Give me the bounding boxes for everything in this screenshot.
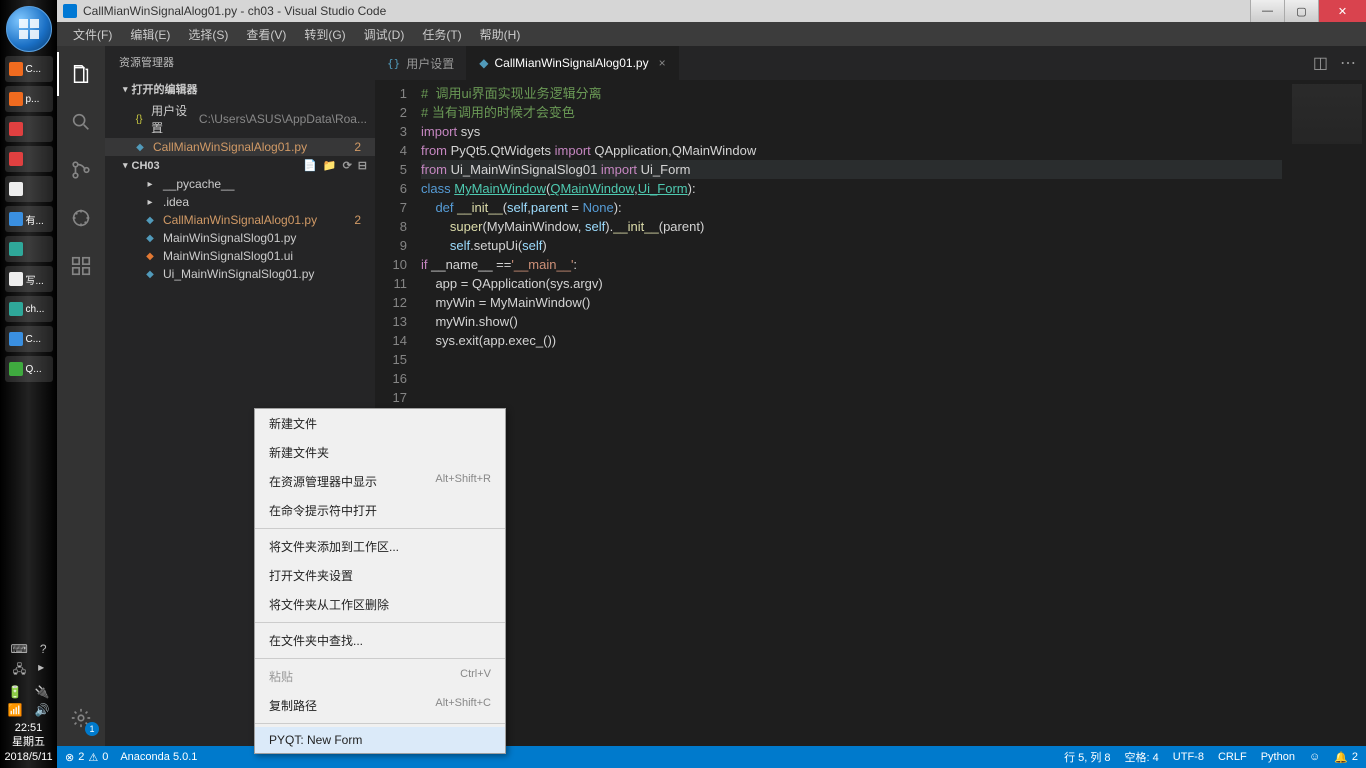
status-eol[interactable]: CRLF [1218,749,1247,765]
split-editor-icon[interactable]: ◫ [1313,53,1328,73]
status-lang[interactable]: Python [1261,749,1295,765]
status-problems[interactable]: ⊗2 ⚠0 [65,751,108,764]
tree-item[interactable]: ▸.idea [105,193,375,211]
status-env[interactable]: Anaconda 5.0.1 [120,751,197,763]
taskbar-item[interactable]: C... [5,56,53,82]
context-menu-item[interactable]: 新建文件夹 [255,438,505,467]
close-tab-icon[interactable]: × [659,56,666,70]
menu-item[interactable]: 文件(F) [65,24,120,45]
status-bell[interactable]: 🔔2 [1334,749,1358,765]
context-menu-item: 粘贴Ctrl+V [255,662,505,691]
taskbar-clock[interactable]: 22:51星期五2018/5/11 [4,721,52,764]
taskbar-item[interactable]: p... [5,86,53,112]
activity-bar: 1 [57,46,105,746]
taskbar-item[interactable]: 写... [5,266,53,292]
context-menu-item[interactable]: 将文件夹添加到工作区... [255,532,505,561]
editor-tabs: {}用户设置◆CallMianWinSignalAlog01.py× ◫ ⋯ [375,46,1366,80]
open-editor-item[interactable]: {}用户设置 C:\Users\ASUS\AppData\Roa... [105,100,375,138]
code-editor[interactable]: 123456789101112131415161718 # 调用ui界面实现业务… [375,80,1366,746]
open-editors-header[interactable]: ▾打开的编辑器 [105,78,375,100]
menu-item[interactable]: 帮助(H) [472,24,529,45]
tree-item[interactable]: ◆MainWinSignalSlog01.py [105,229,375,247]
menu-item[interactable]: 调试(D) [356,24,413,45]
taskbar-item[interactable]: Q... [5,356,53,382]
tray-icon[interactable]: 🔊 [35,703,50,717]
close-button[interactable]: ✕ [1318,0,1366,22]
editor-group: {}用户设置◆CallMianWinSignalAlog01.py× ◫ ⋯ 1… [375,46,1366,746]
taskbar-item[interactable]: C... [5,326,53,352]
refresh-icon[interactable]: ⟳ [343,159,352,172]
status-lncol[interactable]: 行 5, 列 8 [1064,749,1110,765]
minimize-button[interactable]: — [1250,0,1284,22]
system-tray: ⌨? 🖧 ▸ 🔋 🔌 📶 🔊 22:51星期五2018/5/11 [0,642,57,768]
windows-taskbar: C... p... 有... 写... ch... C... Q... ⌨? 🖧 ▸ 🔋 🔌 📶… [0,0,57,768]
editor-tab[interactable]: ◆CallMianWinSignalAlog01.py× [467,46,678,80]
tree-item[interactable]: ◆Ui_MainWinSignalSlog01.py [105,265,375,283]
scm-icon[interactable] [57,148,105,192]
taskbar-item[interactable] [5,176,53,202]
tray-icon[interactable]: 🔌 [35,685,50,699]
status-encoding[interactable]: UTF-8 [1173,749,1204,765]
folder-header[interactable]: ▾CH03 📄 📁 ⟳ ⊟ [105,156,375,175]
new-file-icon[interactable]: 📄 [303,159,317,172]
menu-item[interactable]: 任务(T) [414,24,469,45]
code-lines[interactable]: # 调用ui界面实现业务逻辑分离# 当有调用的时候才会变色import sysf… [421,80,1366,746]
status-spaces[interactable]: 空格: 4 [1125,749,1159,765]
vscode-icon [63,4,77,18]
menu-item[interactable]: 选择(S) [180,24,236,45]
tray-icon[interactable]: ⌨ [10,642,27,656]
menu-item[interactable]: 编辑(E) [122,24,178,45]
maximize-button[interactable]: ▢ [1284,0,1318,22]
tree-item[interactable]: ◆CallMianWinSignalAlog01.py2 [105,211,375,229]
explorer-context-menu: 新建文件新建文件夹在资源管理器中显示Alt+Shift+R在命令提示符中打开将文… [254,408,506,754]
window-title: CallMianWinSignalAlog01.py - ch03 - Visu… [83,4,386,18]
tree-item[interactable]: ◆MainWinSignalSlog01.ui [105,247,375,265]
tray-icon[interactable]: ▸ [38,660,44,681]
editor-tab[interactable]: {}用户设置 [375,46,467,80]
context-menu-item[interactable]: 复制路径Alt+Shift+C [255,691,505,720]
minimap[interactable] [1282,80,1366,746]
menubar: 文件(F)编辑(E)选择(S)查看(V)转到(G)调试(D)任务(T)帮助(H) [57,22,1366,46]
tray-icon[interactable]: 📶 [8,703,23,717]
taskbar-item[interactable]: ch... [5,296,53,322]
extensions-icon[interactable] [57,244,105,288]
context-menu-item[interactable]: 在命令提示符中打开 [255,496,505,525]
context-menu-item[interactable]: PYQT: New Form [255,727,505,753]
context-menu-item[interactable]: 在资源管理器中显示Alt+Shift+R [255,467,505,496]
collapse-icon[interactable]: ⊟ [358,159,367,172]
open-editor-item[interactable]: ◆CallMianWinSignalAlog01.py2 [105,138,375,156]
tray-icon[interactable]: ? [40,642,47,656]
titlebar: CallMianWinSignalAlog01.py - ch03 - Visu… [57,0,1366,22]
search-icon[interactable] [57,100,105,144]
tray-icon[interactable]: 🖧 [13,660,26,681]
more-icon[interactable]: ⋯ [1340,53,1356,73]
settings-icon[interactable]: 1 [57,696,105,740]
taskbar-item[interactable] [5,116,53,142]
debug-icon[interactable] [57,196,105,240]
tree-item[interactable]: ▸__pycache__ [105,175,375,193]
explorer-icon[interactable] [57,52,105,96]
start-button[interactable] [6,6,52,52]
sidebar-title: 资源管理器 [105,46,375,78]
context-menu-item[interactable]: 将文件夹从工作区删除 [255,590,505,619]
menu-item[interactable]: 转到(G) [296,24,353,45]
tray-icon[interactable]: 🔋 [8,685,23,699]
context-menu-item[interactable]: 打开文件夹设置 [255,561,505,590]
menu-item[interactable]: 查看(V) [238,24,294,45]
taskbar-item[interactable]: 有... [5,206,53,232]
taskbar-item[interactable] [5,236,53,262]
context-menu-item[interactable]: 在文件夹中查找... [255,626,505,655]
context-menu-item[interactable]: 新建文件 [255,409,505,438]
taskbar-item[interactable] [5,146,53,172]
new-folder-icon[interactable]: 📁 [323,159,337,172]
status-feedback[interactable]: ☺ [1309,749,1320,765]
